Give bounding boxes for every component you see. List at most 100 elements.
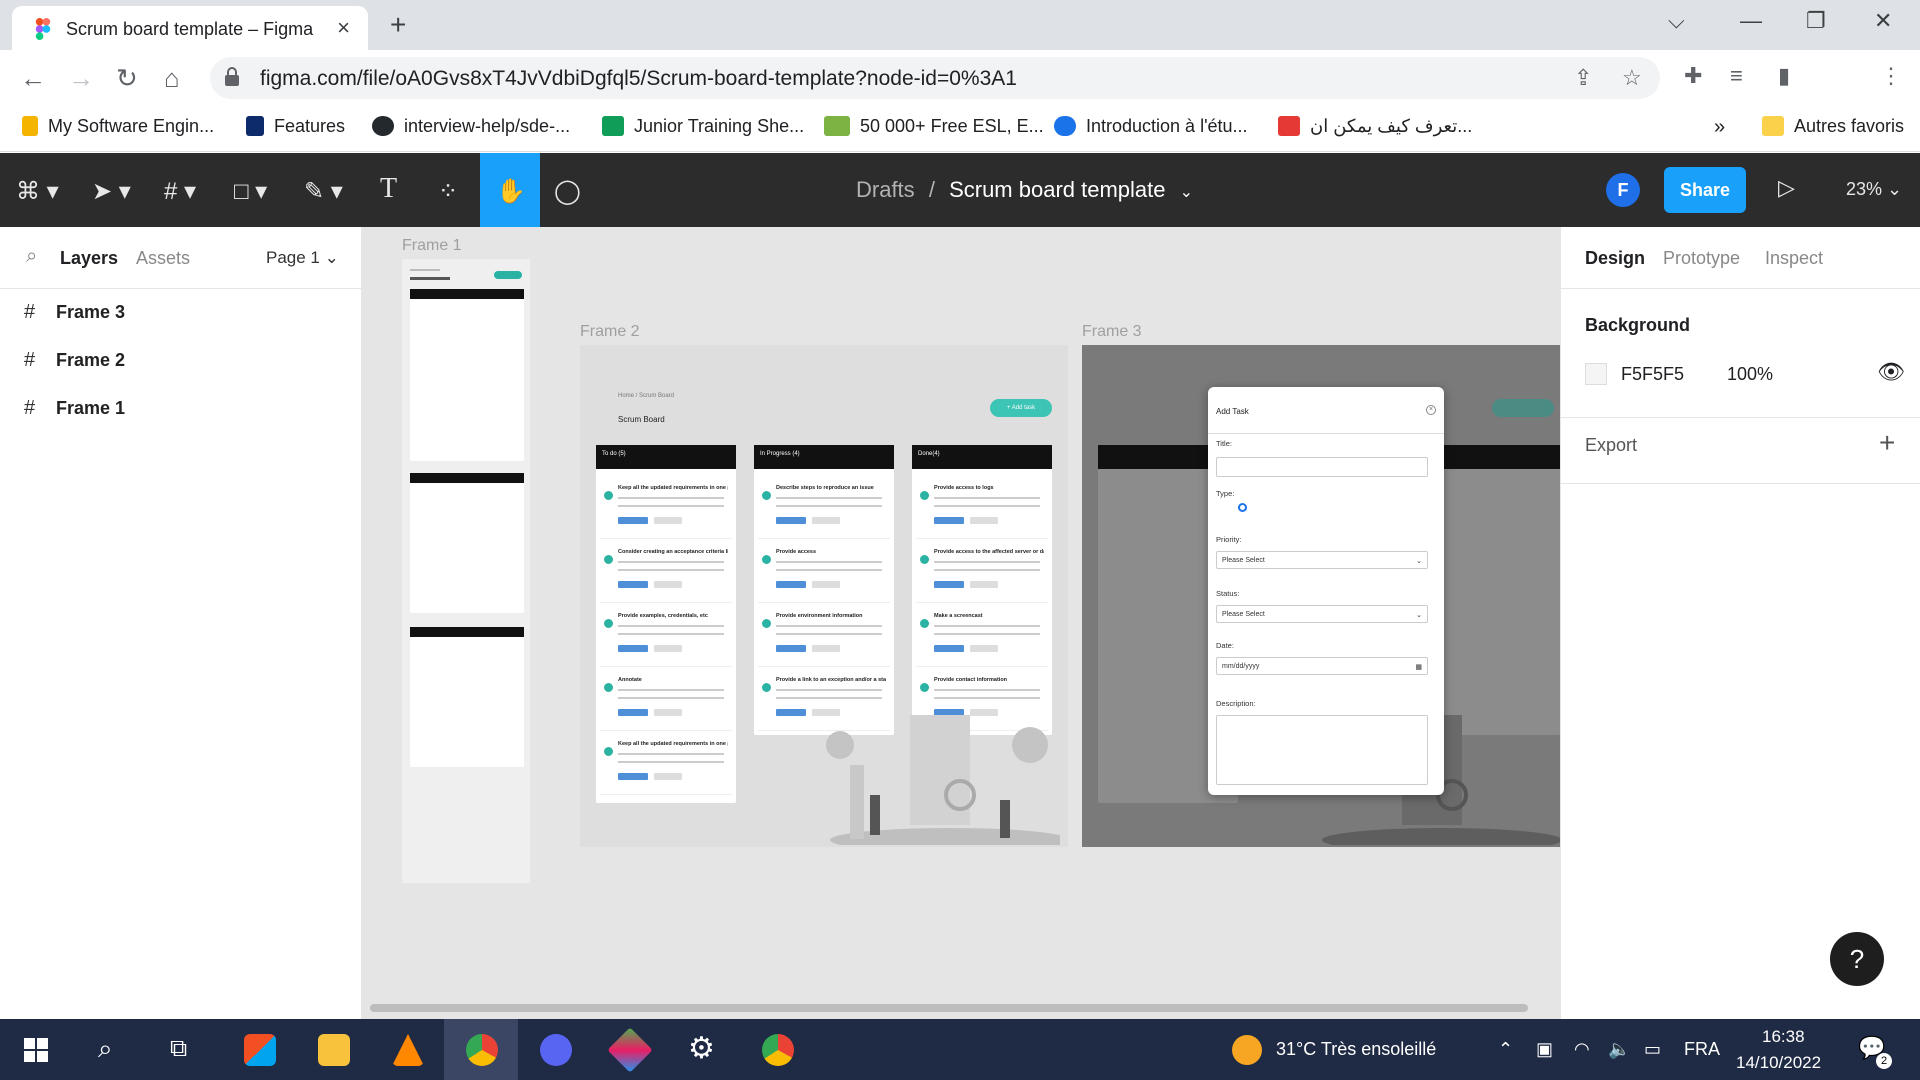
add-task-button[interactable]: + Add task bbox=[990, 399, 1052, 417]
document-title[interactable]: Scrum board template bbox=[949, 177, 1165, 202]
resources-icon[interactable]: ⁘ bbox=[438, 177, 458, 206]
vlc-app[interactable] bbox=[370, 1019, 444, 1080]
user-avatar[interactable]: F bbox=[1606, 173, 1640, 207]
task-card[interactable]: Describe steps to reproduce an issue bbox=[758, 479, 890, 539]
battery-icon[interactable]: ▭ bbox=[1644, 1039, 1661, 1060]
tab-search-chevron-icon[interactable]: ⌵ bbox=[1668, 8, 1685, 34]
bookmark-item[interactable]: My Software Engin... bbox=[22, 116, 214, 137]
help-button[interactable]: ? bbox=[1830, 932, 1884, 986]
clock-time[interactable]: 16:38 bbox=[1762, 1027, 1805, 1047]
chevron-down-icon[interactable]: ⌄ bbox=[1180, 184, 1193, 201]
task-card[interactable]: Provide environment information bbox=[758, 607, 890, 667]
hand-tool-button[interactable]: ✋ bbox=[480, 153, 540, 227]
zoom-dropdown[interactable]: 23% ⌄ bbox=[1846, 179, 1902, 200]
discord-app[interactable] bbox=[518, 1019, 592, 1080]
task-card[interactable]: Provide access to the affected server or… bbox=[916, 543, 1048, 603]
tray-device-icon[interactable]: ▣ bbox=[1536, 1039, 1553, 1060]
home-icon[interactable]: ⌂ bbox=[164, 63, 180, 94]
bookmark-item[interactable]: تعرف كيف يمكن ان... bbox=[1278, 116, 1472, 137]
side-panel-icon[interactable]: ▮ bbox=[1778, 63, 1790, 89]
shape-tool-icon[interactable]: □ ▾ bbox=[234, 177, 267, 206]
weather-text[interactable]: 31°C Très ensoleillé bbox=[1276, 1039, 1436, 1060]
more-bookmarks-icon[interactable]: » bbox=[1714, 116, 1725, 139]
settings-app[interactable]: ⚙ bbox=[666, 1019, 740, 1080]
forward-icon[interactable]: → bbox=[68, 63, 94, 94]
bookmark-item[interactable]: 50 000+ Free ESL, E... bbox=[824, 116, 1044, 137]
present-play-icon[interactable]: ▷ bbox=[1778, 175, 1795, 201]
browser-tab[interactable]: Scrum board template – Figma × bbox=[12, 6, 368, 50]
bookmark-item[interactable]: interview-help/sde-... bbox=[372, 116, 570, 137]
media-control-icon[interactable]: ≡ bbox=[1730, 63, 1743, 89]
clock-date[interactable]: 14/10/2022 bbox=[1736, 1053, 1821, 1073]
share-page-icon[interactable]: ⇪ bbox=[1574, 65, 1592, 91]
bookmark-star-icon[interactable]: ☆ bbox=[1622, 65, 1642, 91]
language-indicator[interactable]: FRA bbox=[1684, 1039, 1720, 1060]
background-opacity[interactable]: 100% bbox=[1727, 364, 1773, 385]
frame-3[interactable]: Add Task × Title: Type: Priority: Please… bbox=[1082, 345, 1560, 847]
new-tab-icon[interactable]: + bbox=[390, 9, 406, 41]
calendar-icon[interactable]: ▦ bbox=[1415, 663, 1422, 671]
search-icon[interactable]: ⌕ bbox=[26, 245, 37, 268]
text-tool-icon[interactable]: T bbox=[380, 173, 397, 205]
tab-design[interactable]: Design bbox=[1585, 248, 1645, 269]
restore-icon[interactable]: ❐ bbox=[1806, 8, 1826, 34]
git-app[interactable] bbox=[592, 1019, 666, 1080]
horizontal-scrollbar[interactable] bbox=[370, 1004, 1528, 1012]
file-explorer-app[interactable] bbox=[296, 1019, 370, 1080]
tab-inspect[interactable]: Inspect bbox=[1765, 248, 1823, 269]
wifi-icon[interactable]: ◠ bbox=[1574, 1039, 1590, 1060]
pen-tool-icon[interactable]: ✎ ▾ bbox=[304, 177, 343, 206]
comment-icon[interactable]: ◯ bbox=[554, 177, 581, 206]
task-card[interactable]: Consider creating an acceptance criteria… bbox=[600, 543, 732, 603]
tray-chevron-icon[interactable]: ⌃ bbox=[1498, 1039, 1513, 1060]
date-field[interactable]: mm/dd/yyyy ▦ bbox=[1216, 657, 1428, 675]
breadcrumb-drafts[interactable]: Drafts bbox=[856, 177, 915, 202]
visibility-eye-icon[interactable]: 👁 bbox=[1877, 359, 1905, 385]
volume-icon[interactable]: 🔈 bbox=[1608, 1039, 1630, 1060]
frame-tool-icon[interactable]: # ▾ bbox=[164, 177, 196, 206]
layer-item-frame-2[interactable]: # Frame 2 bbox=[24, 349, 125, 372]
bookmark-item[interactable]: Features bbox=[246, 116, 345, 137]
task-card[interactable]: Provide access bbox=[758, 543, 890, 603]
page-selector[interactable]: Page 1 ⌄ bbox=[266, 248, 339, 268]
address-bar[interactable]: figma.com/file/oA0Gvs8xT4JvVdbiDgfql5/Sc… bbox=[210, 57, 1660, 99]
extensions-icon[interactable]: ✚ bbox=[1684, 63, 1702, 89]
bookmark-item[interactable]: Junior Training She... bbox=[602, 116, 804, 137]
back-icon[interactable]: ← bbox=[20, 63, 46, 94]
task-card[interactable]: Keep all the updated requirements in one… bbox=[600, 735, 732, 795]
tab-prototype[interactable]: Prototype bbox=[1663, 248, 1740, 269]
tab-assets[interactable]: Assets bbox=[136, 248, 190, 269]
store-app[interactable] bbox=[222, 1019, 296, 1080]
main-menu-icon[interactable]: ⌘ ▾ bbox=[16, 177, 59, 206]
chrome-app[interactable] bbox=[740, 1019, 814, 1080]
frame-1[interactable] bbox=[402, 259, 530, 883]
status-select[interactable]: Please Select ⌄ bbox=[1216, 605, 1428, 623]
frame-label[interactable]: Frame 2 bbox=[580, 323, 640, 341]
close-window-icon[interactable]: ✕ bbox=[1874, 8, 1892, 34]
menu-kebab-icon[interactable]: ⋮ bbox=[1880, 63, 1902, 89]
task-card[interactable]: Annotate bbox=[600, 671, 732, 731]
frame-label[interactable]: Frame 3 bbox=[1082, 323, 1142, 341]
search-taskbar-button[interactable]: ⌕ bbox=[74, 1019, 148, 1080]
minimize-icon[interactable]: — bbox=[1740, 8, 1762, 34]
close-icon[interactable]: × bbox=[1426, 405, 1436, 415]
type-radio[interactable] bbox=[1238, 503, 1247, 512]
background-swatch[interactable] bbox=[1585, 363, 1607, 385]
start-button[interactable] bbox=[0, 1019, 74, 1080]
move-tool-icon[interactable]: ➤ ▾ bbox=[92, 177, 131, 206]
layer-item-frame-3[interactable]: # Frame 3 bbox=[24, 301, 125, 324]
layer-item-frame-1[interactable]: # Frame 1 bbox=[24, 397, 125, 420]
share-button[interactable]: Share bbox=[1664, 167, 1746, 213]
close-tab-icon[interactable]: × bbox=[337, 15, 350, 41]
task-view-button[interactable]: ⧉ bbox=[148, 1019, 222, 1080]
task-card[interactable]: Make a screencast bbox=[916, 607, 1048, 667]
task-card[interactable]: Keep all the updated requirements in one… bbox=[600, 479, 732, 539]
task-card[interactable]: Provide access to logs bbox=[916, 479, 1048, 539]
background-hex[interactable]: F5F5F5 bbox=[1621, 364, 1684, 385]
tab-layers[interactable]: Layers bbox=[60, 248, 118, 269]
frame-2[interactable]: Home / Scrum Board Scrum Board + Add tas… bbox=[580, 345, 1068, 847]
add-export-icon[interactable]: + bbox=[1879, 427, 1895, 459]
bookmark-item[interactable]: Introduction à l'étu... bbox=[1054, 116, 1248, 137]
title-field[interactable] bbox=[1216, 457, 1428, 477]
reload-icon[interactable]: ↻ bbox=[116, 63, 138, 94]
